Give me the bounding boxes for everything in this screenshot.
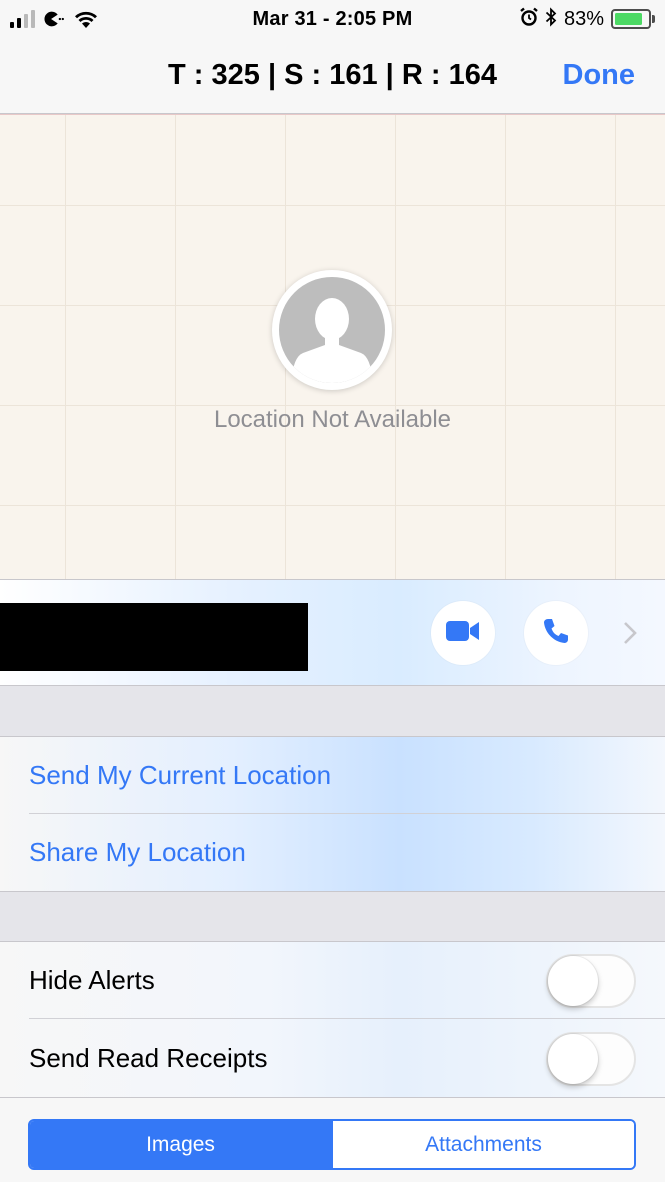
read-receipts-label: Send Read Receipts bbox=[29, 1043, 268, 1073]
section-spacer bbox=[0, 686, 665, 737]
alarm-icon bbox=[520, 7, 538, 32]
bluetooth-icon bbox=[545, 6, 557, 32]
cell-separator bbox=[29, 1018, 665, 1019]
hide-alerts-toggle[interactable] bbox=[546, 954, 636, 1008]
person-placeholder-icon bbox=[279, 277, 385, 383]
contact-row bbox=[0, 580, 665, 686]
toggle-knob bbox=[548, 1034, 598, 1084]
read-receipts-cell: Send Read Receipts bbox=[0, 1020, 665, 1097]
location-actions-section: Send My Current Location Share My Locati… bbox=[0, 737, 665, 891]
status-bar: Mar 31 - 2:05 PM 83% bbox=[0, 0, 665, 38]
send-current-location-cell[interactable]: Send My Current Location bbox=[0, 737, 665, 814]
avatar bbox=[272, 270, 392, 390]
settings-section: Hide Alerts Send Read Receipts bbox=[0, 942, 665, 1098]
battery-percent: 83% bbox=[563, 8, 604, 30]
read-receipts-toggle[interactable] bbox=[546, 1032, 636, 1086]
battery-icon bbox=[611, 9, 655, 29]
contact-name-redacted bbox=[0, 603, 308, 671]
share-location-cell[interactable]: Share My Location bbox=[0, 814, 665, 891]
section-spacer bbox=[0, 891, 665, 942]
hide-alerts-cell: Hide Alerts bbox=[0, 942, 665, 1019]
attachments-segment[interactable]: Attachments bbox=[331, 1121, 634, 1168]
phone-call-button[interactable] bbox=[524, 601, 588, 665]
share-location-button[interactable]: Share My Location bbox=[29, 836, 246, 868]
bottom-bar: Images Attachments bbox=[0, 1098, 665, 1182]
done-button[interactable]: Done bbox=[563, 58, 636, 92]
phone-icon bbox=[541, 616, 571, 651]
images-attachments-segmented-control: Images Attachments bbox=[28, 1119, 636, 1170]
video-call-button[interactable] bbox=[431, 601, 495, 665]
location-map: Location Not Available bbox=[0, 114, 665, 580]
status-right: 83% bbox=[520, 6, 655, 32]
hide-alerts-label: Hide Alerts bbox=[29, 965, 155, 995]
nav-bar: T : 325 | S : 161 | R : 164 Done bbox=[0, 38, 665, 114]
video-camera-icon bbox=[445, 620, 481, 647]
send-current-location-button[interactable]: Send My Current Location bbox=[29, 759, 331, 791]
chevron-right-icon[interactable] bbox=[620, 620, 640, 646]
toggle-knob bbox=[548, 956, 598, 1006]
location-status-label: Location Not Available bbox=[213, 406, 452, 433]
images-segment[interactable]: Images bbox=[30, 1121, 331, 1168]
